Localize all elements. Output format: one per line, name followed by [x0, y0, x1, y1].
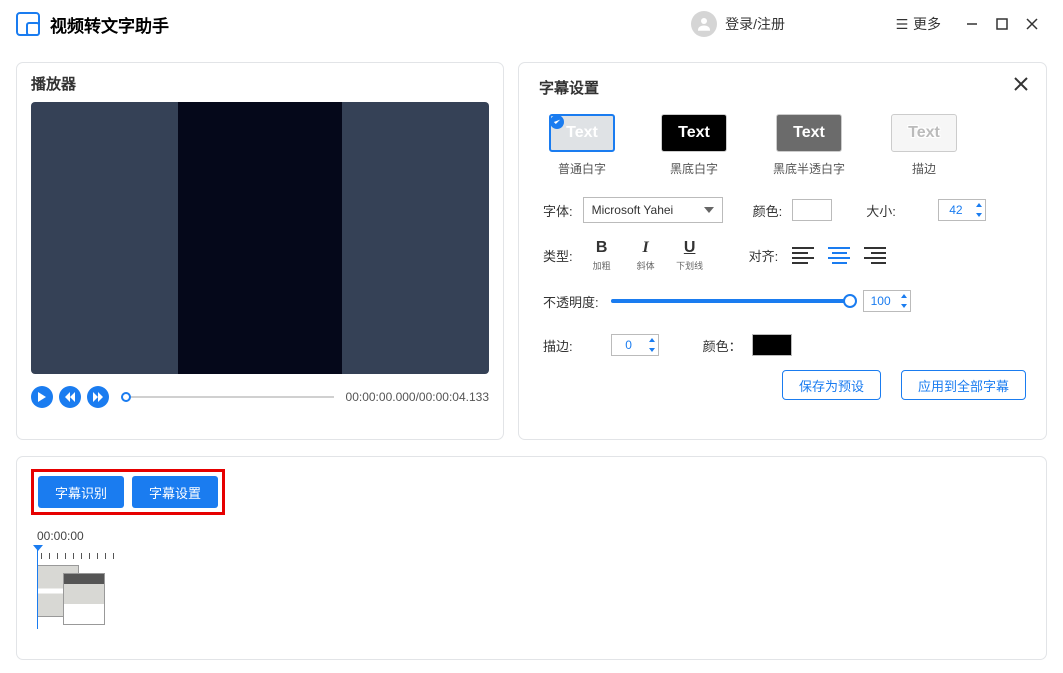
- timeline-track[interactable]: [31, 549, 1032, 629]
- style-outline[interactable]: Text 描边: [891, 114, 957, 177]
- style-black-trans[interactable]: Text 黑底半透白字: [773, 114, 845, 177]
- progress-bar[interactable]: [121, 396, 334, 398]
- timeline-thumbnail: [63, 573, 105, 625]
- subtitle-recognize-button[interactable]: 字幕识别: [38, 476, 124, 508]
- app-title: 视频转文字助手: [50, 12, 169, 37]
- settings-title: 字幕设置: [539, 77, 1026, 98]
- stroke-color-swatch[interactable]: [752, 334, 792, 356]
- player-title: 播放器: [31, 73, 489, 94]
- stroke-color-label: 颜色：: [703, 336, 742, 355]
- underline-button[interactable]: U下划线: [675, 239, 705, 272]
- subtitle-settings-panel: 字幕设置 Text 普通白字 Text 黑底白字 Text 黑底半透白字 Tex…: [518, 62, 1047, 440]
- style-black-bg[interactable]: Text 黑底白字: [661, 114, 727, 177]
- align-right-button[interactable]: [864, 246, 886, 266]
- align-label: 对齐:: [749, 246, 779, 265]
- more-label: 更多: [913, 14, 941, 34]
- italic-button[interactable]: I斜体: [631, 239, 661, 272]
- opacity-input[interactable]: 100: [863, 290, 911, 312]
- timeline-panel: 字幕识别 字幕设置 00:00:00: [16, 456, 1047, 660]
- chevron-down-icon: [704, 205, 714, 215]
- login-link[interactable]: 登录/注册: [725, 14, 785, 34]
- player-panel: 播放器 00:00:00.000/00:00:04.133: [16, 62, 504, 440]
- check-icon: [550, 115, 564, 129]
- timeline-time: 00:00:00: [37, 529, 1032, 543]
- font-color-swatch[interactable]: [792, 199, 832, 221]
- size-label: 大小:: [866, 201, 896, 220]
- font-select[interactable]: Microsoft Yahei: [583, 197, 723, 223]
- type-label: 类型:: [543, 246, 573, 265]
- rewind-button[interactable]: [59, 386, 81, 408]
- forward-button[interactable]: [87, 386, 109, 408]
- more-button[interactable]: 更多: [895, 14, 941, 34]
- align-left-button[interactable]: [792, 246, 814, 266]
- timeline-cursor[interactable]: [37, 549, 38, 629]
- align-center-button[interactable]: [828, 246, 850, 266]
- close-panel-button[interactable]: [1012, 75, 1030, 96]
- avatar-icon[interactable]: [691, 11, 717, 37]
- opacity-slider[interactable]: [611, 299, 851, 303]
- save-preset-button[interactable]: 保存为预设: [782, 370, 881, 400]
- play-button[interactable]: [31, 386, 53, 408]
- stroke-input[interactable]: 0: [611, 334, 659, 356]
- font-label: 字体:: [543, 201, 573, 220]
- maximize-button[interactable]: [987, 9, 1017, 39]
- size-input[interactable]: 42: [938, 199, 986, 221]
- app-logo: [16, 12, 40, 36]
- apply-all-button[interactable]: 应用到全部字幕: [901, 370, 1026, 400]
- color-label: 颜色:: [753, 201, 783, 220]
- style-plain-white[interactable]: Text 普通白字: [549, 114, 615, 177]
- subtitle-settings-button[interactable]: 字幕设置: [132, 476, 218, 508]
- highlight-box: 字幕识别 字幕设置: [31, 469, 225, 515]
- stroke-label: 描边:: [543, 336, 573, 355]
- video-preview[interactable]: [31, 102, 489, 374]
- close-button[interactable]: [1017, 9, 1047, 39]
- timecode: 00:00:00.000/00:00:04.133: [346, 390, 489, 404]
- bold-button[interactable]: B加粗: [587, 239, 617, 272]
- minimize-button[interactable]: [957, 9, 987, 39]
- opacity-label: 不透明度:: [543, 292, 599, 311]
